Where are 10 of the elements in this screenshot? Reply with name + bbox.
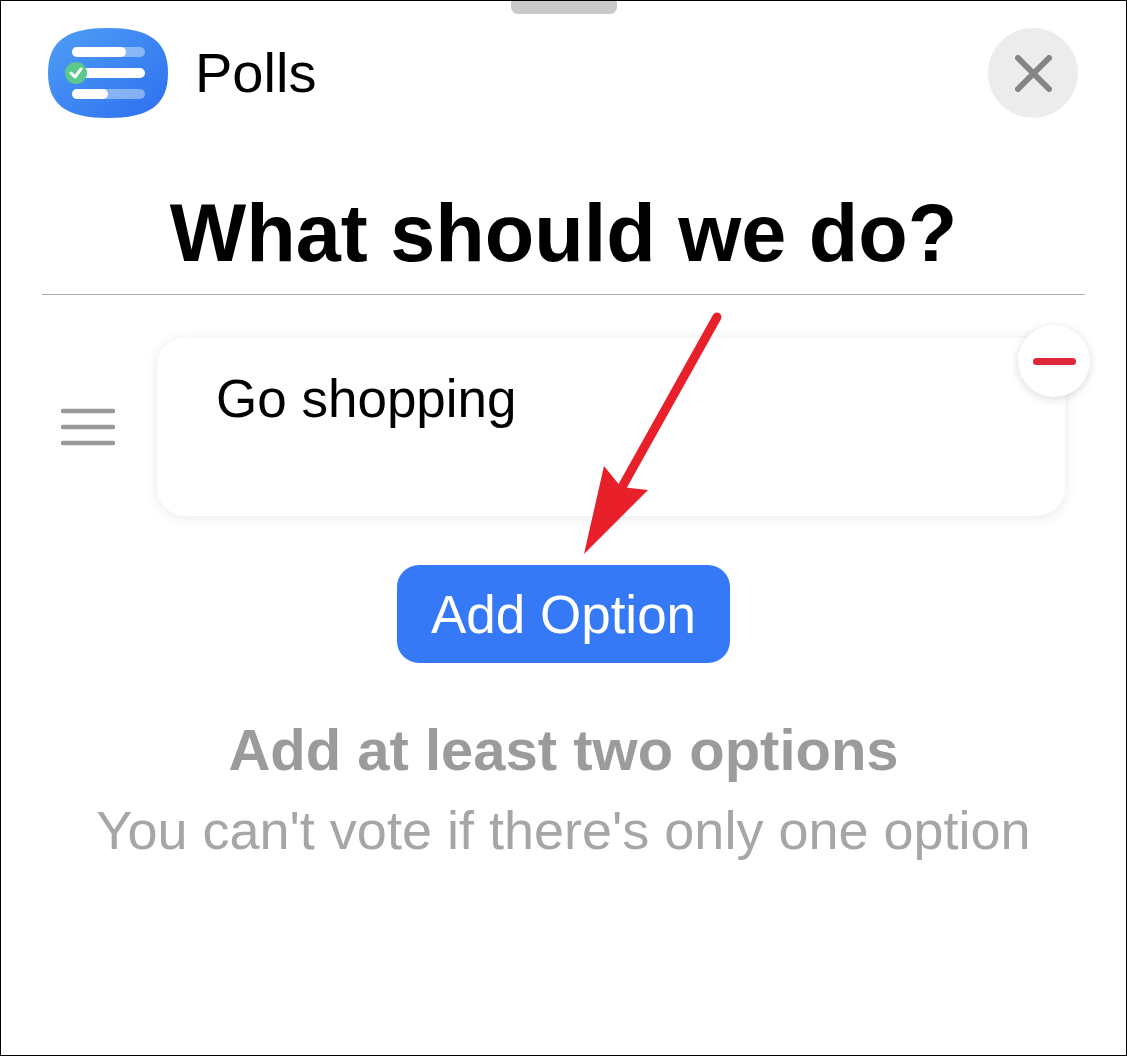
question-field[interactable]: What should we do?	[42, 193, 1085, 295]
minus-icon	[1032, 357, 1076, 365]
add-option-button[interactable]: Add Option	[397, 565, 730, 663]
app-title: Polls	[195, 45, 317, 101]
close-icon	[1014, 54, 1052, 92]
grabber-handle[interactable]	[510, 1, 617, 14]
remove-option-button[interactable]	[1018, 325, 1090, 397]
drag-handle-icon[interactable]	[61, 408, 115, 446]
app-logo-icon	[48, 28, 168, 118]
option-field[interactable]: Go shopping	[157, 338, 1065, 516]
